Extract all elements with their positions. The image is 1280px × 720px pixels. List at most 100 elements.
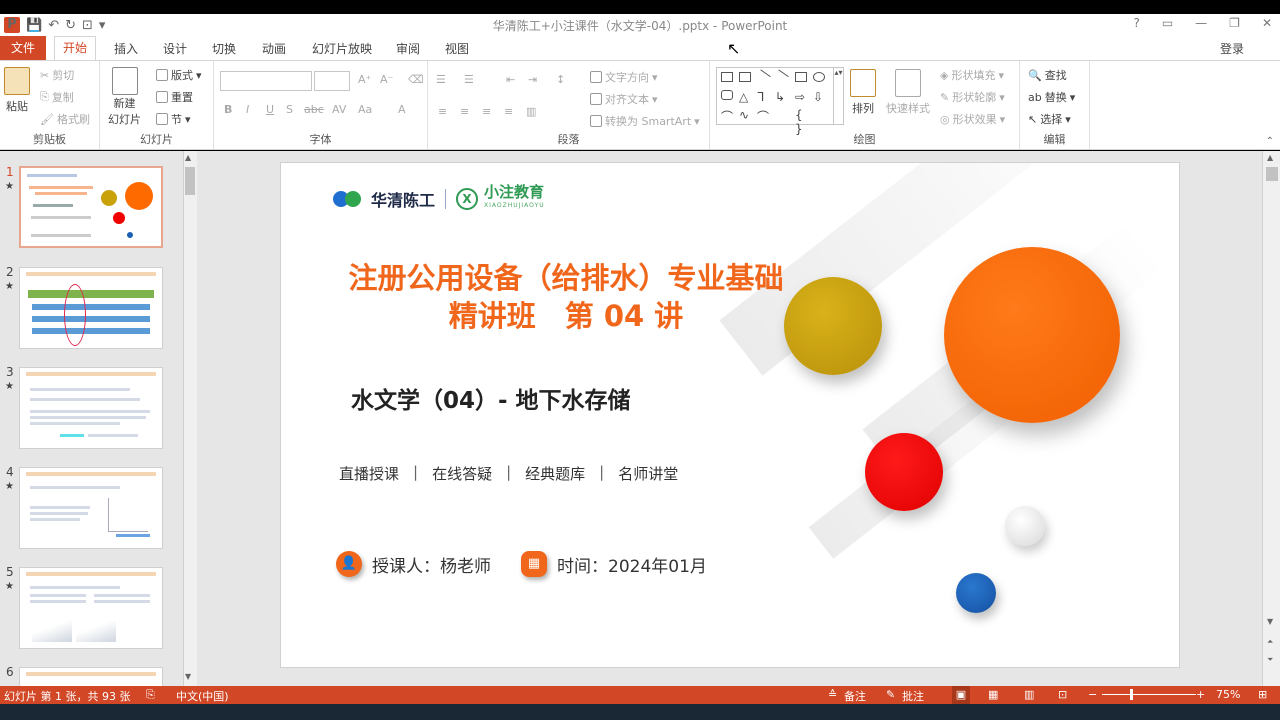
align-right-icon[interactable]: ≡	[482, 105, 491, 118]
thumbnail-scrollbar[interactable]	[183, 151, 197, 686]
fit-to-window-icon[interactable]: ⊞	[1258, 688, 1267, 701]
curved-connector-shape-icon[interactable]: ↳	[775, 90, 787, 104]
strikethrough-button[interactable]: abc	[304, 103, 324, 116]
previous-slide-icon[interactable]: ⏶	[1267, 637, 1273, 647]
text-shadow-button[interactable]: S	[286, 103, 293, 116]
ribbon-display-options-icon[interactable]: ▭	[1162, 16, 1173, 30]
oval-shape-icon[interactable]	[813, 72, 825, 82]
close-button[interactable]: ✕	[1262, 16, 1272, 30]
char-spacing-button[interactable]: AV	[332, 103, 346, 116]
slide-thumbnail-2[interactable]	[19, 267, 163, 349]
text-direction-button[interactable]: 文字方向 ▾	[590, 69, 658, 85]
justify-icon[interactable]: ≡	[504, 105, 513, 118]
layout-button[interactable]: 版式 ▾	[156, 67, 202, 83]
slide-thumbnail-4[interactable]	[19, 467, 163, 549]
copy-button[interactable]: ⎘ 复制	[40, 89, 74, 105]
find-button[interactable]: 🔍 查找	[1028, 67, 1067, 83]
format-painter-button[interactable]: 🖌 格式刷	[40, 111, 90, 127]
zoom-slider-handle[interactable]	[1130, 689, 1133, 700]
paste-button[interactable]: 粘贴	[4, 67, 30, 114]
right-arrow-shape-icon[interactable]: ⇨	[795, 90, 807, 104]
rectangle-shape-icon[interactable]	[795, 72, 807, 82]
tab-review[interactable]: 审阅	[396, 40, 420, 57]
align-left-icon[interactable]: ≡	[438, 105, 447, 118]
tab-animations[interactable]: 动画	[262, 40, 286, 57]
spellcheck-icon[interactable]: ⎘	[146, 688, 155, 702]
slide-scrollbar-thumb[interactable]	[1266, 167, 1278, 181]
slide-vertical-scrollbar[interactable]: ▲ ▼ ⏶ ⏷	[1262, 151, 1280, 686]
slide-thumbnail-1[interactable]	[19, 166, 163, 248]
help-button[interactable]: ?	[1133, 16, 1139, 30]
zoom-slider-track[interactable]	[1102, 694, 1196, 695]
slide-thumbnail-3[interactable]	[19, 367, 163, 449]
cut-button[interactable]: ✂ 剪切	[40, 67, 74, 83]
convert-smartart-button[interactable]: 转换为 SmartArt ▾	[590, 113, 700, 129]
scroll-up-icon[interactable]: ▲	[185, 153, 191, 162]
align-center-icon[interactable]: ≡	[460, 105, 469, 118]
slideshow-view-icon[interactable]: ⊡	[1058, 688, 1067, 701]
thumbnail-scrollbar-thumb[interactable]	[185, 167, 195, 195]
increase-indent-icon[interactable]: ⇥	[528, 73, 537, 86]
language-indicator[interactable]: 中文(中国)	[176, 688, 229, 704]
columns-icon[interactable]: ▥	[526, 105, 536, 118]
underline-button[interactable]: U	[266, 103, 274, 116]
tab-home[interactable]: 开始	[54, 36, 97, 60]
minimize-button[interactable]: —	[1195, 16, 1207, 30]
decrease-indent-icon[interactable]: ⇤	[506, 73, 515, 86]
elbow-connector-shape-icon[interactable]: ᒣ	[757, 90, 769, 104]
rounded-rect-shape-icon[interactable]	[721, 90, 733, 100]
normal-view-icon[interactable]: ▣	[952, 686, 970, 704]
vertical-textbox-shape-icon[interactable]	[739, 72, 751, 82]
line-shape-icon[interactable]	[755, 69, 771, 85]
login-link[interactable]: 登录	[1220, 40, 1244, 57]
arrange-button[interactable]: 排列	[850, 69, 876, 116]
tab-transitions[interactable]: 切换	[212, 40, 236, 57]
select-button[interactable]: ↖ 选择 ▾	[1028, 111, 1071, 127]
current-slide[interactable]: 华清陈工 X 小注教育 XIAOZHUJIAOYU 注册公用设备（给排水）专业基…	[280, 162, 1180, 668]
change-case-button[interactable]: Aa	[358, 103, 372, 116]
scribble-shape-icon[interactable]: ∿	[739, 108, 751, 122]
brace-shape-icon[interactable]: { }	[795, 108, 807, 136]
slide-thumbnail-6[interactable]	[19, 667, 163, 686]
scroll-up-icon[interactable]: ▲	[1267, 153, 1273, 162]
font-name-combo[interactable]	[220, 71, 312, 91]
shapes-more-icon[interactable]: ▴▾	[833, 68, 843, 124]
comments-button[interactable]: 批注	[902, 688, 924, 704]
restore-icon[interactable]: ❐	[1229, 16, 1240, 30]
bullets-icon[interactable]: ☰	[436, 73, 446, 86]
grow-font-button[interactable]: A⁺	[358, 73, 371, 86]
section-button[interactable]: 节 ▾	[156, 111, 191, 127]
quick-styles-button[interactable]: 快速样式	[886, 69, 930, 116]
arc-shape-icon[interactable]: ⌒	[757, 108, 769, 124]
comments-icon[interactable]: ✎	[886, 688, 895, 701]
font-color-button[interactable]: A	[398, 103, 406, 116]
scroll-down-icon[interactable]: ▼	[1267, 617, 1273, 626]
numbering-icon[interactable]: ☰	[464, 73, 474, 86]
tab-design[interactable]: 设计	[163, 40, 187, 57]
replace-button[interactable]: ab 替换 ▾	[1028, 89, 1075, 105]
italic-button[interactable]: I	[246, 103, 249, 116]
arrow-line-shape-icon[interactable]	[773, 69, 789, 85]
shapes-gallery[interactable]: △ ᒣ ↳ ⇨ ⇩ ⌒ ∿ ⌒ { } ▴▾	[716, 67, 844, 136]
zoom-level[interactable]: 75%	[1216, 688, 1240, 701]
tab-view[interactable]: 视图	[445, 40, 469, 57]
shape-fill-button[interactable]: ◈ 形状填充 ▾	[940, 67, 1004, 83]
textbox-shape-icon[interactable]	[721, 72, 733, 82]
reading-view-icon[interactable]: ▥	[1024, 688, 1034, 701]
slide-sorter-view-icon[interactable]: ▦	[988, 688, 998, 701]
notes-button[interactable]: 备注	[844, 688, 866, 704]
shrink-font-button[interactable]: A⁻	[380, 73, 393, 86]
down-arrow-shape-icon[interactable]: ⇩	[813, 90, 825, 104]
slide-thumbnail-5[interactable]	[19, 567, 163, 649]
align-text-button[interactable]: 对齐文本 ▾	[590, 91, 658, 107]
clear-formatting-icon[interactable]: ⌫	[408, 73, 424, 86]
reset-button[interactable]: 重置	[156, 89, 193, 105]
new-slide-button[interactable]: 新建 幻灯片	[108, 67, 141, 127]
zoom-in-icon[interactable]: +	[1196, 688, 1205, 701]
scroll-down-icon[interactable]: ▼	[185, 672, 191, 681]
bold-button[interactable]: B	[224, 103, 232, 116]
tab-slideshow[interactable]: 幻灯片放映	[312, 40, 372, 57]
notes-icon[interactable]: ≙	[828, 688, 837, 701]
shape-effects-button[interactable]: ◎ 形状效果 ▾	[940, 111, 1005, 127]
line-spacing-icon[interactable]: ↕	[556, 73, 565, 86]
